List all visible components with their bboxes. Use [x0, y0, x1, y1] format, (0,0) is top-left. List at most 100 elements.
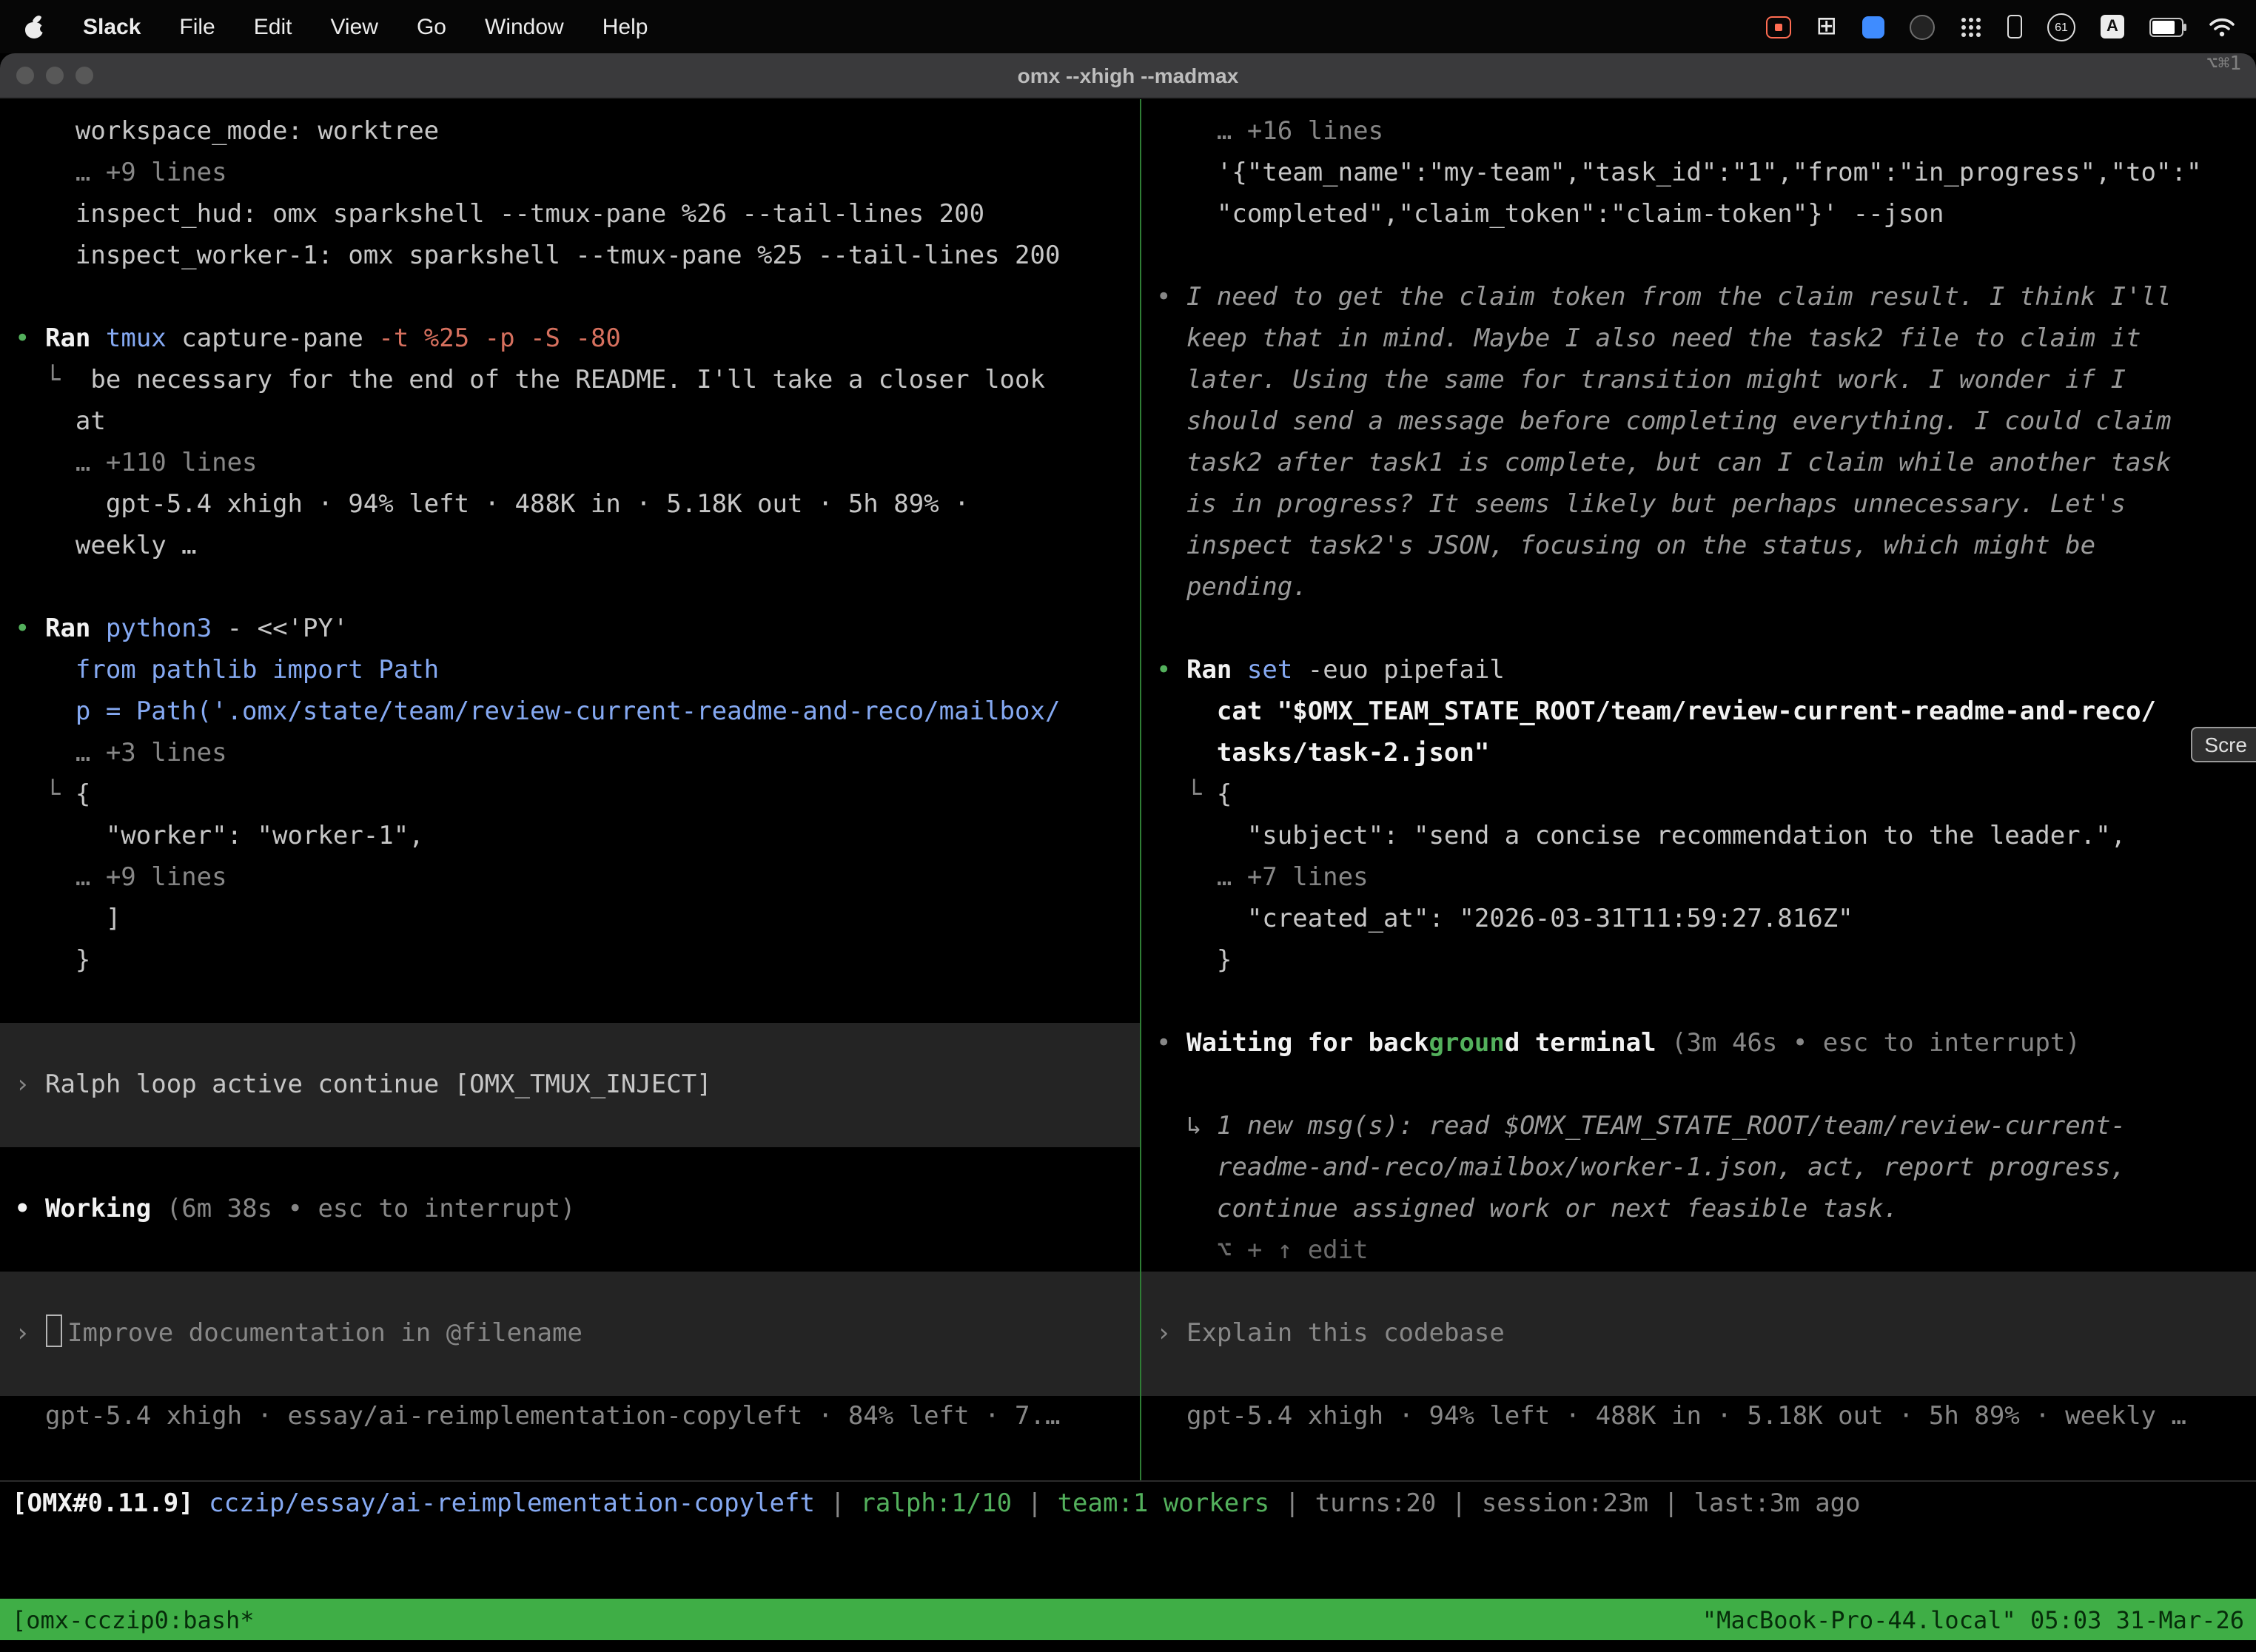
text-segment: Working	[45, 1195, 151, 1224]
apple-menu-icon[interactable]	[24, 14, 44, 39]
composer-input-line[interactable]: › Improve documentation in @filename	[0, 1313, 1140, 1354]
terminal-line: … +7 lines	[1141, 857, 2256, 899]
status-segment	[194, 1489, 209, 1519]
terminal-line: }	[0, 940, 1140, 981]
pane-left[interactable]: workspace_mode: worktree … +9 lines insp…	[0, 99, 1140, 1480]
terminal-line: … +16 lines	[1141, 111, 2256, 152]
status-segment: ralph:1/10	[860, 1489, 1012, 1519]
terminal-line	[0, 1147, 1140, 1189]
iphone-mirroring-icon[interactable]	[2007, 15, 2022, 38]
status-segment: cczip/essay/ai-reimplementation-copyleft	[209, 1489, 815, 1519]
terminal-line: should send a message before completing …	[1141, 401, 2256, 443]
text-segment: "created_at": "2026-03-31T11:59:27.816Z"	[1156, 904, 1853, 934]
text-segment: capture-pane	[167, 324, 379, 354]
text-segment: •	[15, 324, 45, 354]
dots-grid-icon[interactable]	[1960, 16, 1982, 38]
terminal-content: workspace_mode: worktree … +9 lines insp…	[0, 99, 2256, 1480]
terminal-line	[0, 1272, 1140, 1313]
menu-item-view[interactable]: View	[330, 14, 378, 39]
status-segment: |	[1012, 1489, 1057, 1519]
text-segment: gpt-5.4 xhigh · essay/ai-reimplementatio…	[15, 1402, 1060, 1431]
battery-icon[interactable]	[2149, 17, 2183, 36]
terminal-line: weekly …	[0, 526, 1140, 567]
text-segment: ›	[15, 1319, 45, 1349]
text-segment: ↳	[1156, 1112, 1217, 1141]
close-button[interactable]	[16, 67, 34, 84]
terminal-line: • I need to get the claim token from the…	[1141, 277, 2256, 318]
terminal-line: cat "$OMX_TEAM_STATE_ROOT/team/review-cu…	[1141, 691, 2256, 733]
terminal-line	[0, 1230, 1140, 1272]
terminal-line	[1141, 1064, 2256, 1106]
text-segment: ›	[15, 1070, 45, 1100]
terminal-line: … +9 lines	[0, 857, 1140, 899]
text-segment: {	[75, 780, 91, 810]
text-segment: Ran	[45, 324, 106, 354]
status-segment: turns:20	[1315, 1489, 1437, 1519]
terminal-line: workspace_mode: worktree	[0, 111, 1140, 152]
terminal-line: inspect_worker-1: omx sparkshell --tmux-…	[0, 235, 1140, 277]
pane-right[interactable]: … +16 lines '{"team_name":"my-team","tas…	[1141, 99, 2256, 1480]
terminal-line: at	[0, 401, 1140, 443]
text-segment: weekly …	[15, 531, 197, 561]
text-segment: }	[15, 946, 90, 976]
menu-item-go[interactable]: Go	[417, 14, 446, 39]
text-segment: Improve documentation in @filename	[67, 1319, 583, 1349]
text-segment: '{"team_name":"my-team","task_id":"1","f…	[1156, 158, 2201, 188]
terminal-line	[0, 1106, 1140, 1147]
blue-app-icon[interactable]	[1862, 16, 1884, 38]
terminal-line	[1141, 1272, 2256, 1313]
terminal-line: pending.	[1141, 567, 2256, 608]
terminal-line: • Working (6m 38s • esc to interrupt)	[0, 1189, 1140, 1230]
menu-bar-left: Slack File Edit View Go Window Help	[0, 14, 648, 39]
text-segment: Explain this codebase	[1186, 1319, 1505, 1349]
input-source-icon[interactable]: A	[2101, 15, 2124, 38]
terminal-line	[1141, 1354, 2256, 1396]
text-segment: I need to get the claim token from the c…	[1186, 283, 2172, 312]
terminal-line: keep that in mind. Maybe I also need the…	[1141, 318, 2256, 360]
terminal-line: "created_at": "2026-03-31T11:59:27.816Z"	[1141, 899, 2256, 940]
terminal-line: gpt-5.4 xhigh · 94% left · 488K in · 5.1…	[1141, 1396, 2256, 1437]
text-segment: "completed","claim_token":"claim-token"}…	[1156, 200, 1944, 229]
dark-app-icon[interactable]	[1910, 14, 1935, 39]
wifi-icon[interactable]	[2209, 16, 2235, 37]
screen: SlackFileEditViewGoWindowHelp ⊞ 61 A omx	[0, 0, 2256, 1652]
battery-percentage-icon[interactable]: 61	[2047, 13, 2075, 41]
menu-item-slack[interactable]: Slack	[83, 14, 141, 39]
tmux-session-window-label: [omx-cczip0:bash*	[12, 1605, 255, 1633]
terminal-line: inspect task2's JSON, focusing on the st…	[1141, 526, 2256, 567]
text-segment: (6m 38s • esc to interrupt)	[151, 1195, 575, 1224]
terminal-line: ]	[0, 899, 1140, 940]
window-shortcut-hint: ⌥⌘1	[2206, 53, 2241, 75]
text-segment: … +7 lines	[1156, 863, 1369, 893]
terminal-line: task2 after task1 is complete, but can I…	[1141, 443, 2256, 484]
text-segment: gpt-5.4 xhigh · 94% left · 488K in · 5.1…	[15, 490, 970, 520]
terminal-line: … +110 lines	[0, 443, 1140, 484]
text-segment: … +3 lines	[15, 739, 227, 768]
text-segment: tmux	[106, 324, 167, 354]
window-manager-grid-icon[interactable]: ⊞	[1816, 14, 1838, 39]
text-segment: python3	[106, 614, 212, 644]
menu-item-help[interactable]: Help	[602, 14, 648, 39]
menu-item-file[interactable]: File	[179, 14, 215, 39]
text-segment: inspect_worker-1: omx sparkshell --tmux-…	[15, 241, 1060, 271]
screen-recording-indicator-icon[interactable]	[1766, 16, 1791, 38]
text-segment: •	[15, 614, 45, 644]
menu-item-window[interactable]: Window	[485, 14, 564, 39]
text-segment: should send a message before completing …	[1156, 407, 2172, 437]
terminal-line: └ be necessary for the end of the README…	[0, 360, 1140, 401]
text-segment: •	[1156, 656, 1186, 685]
text-segment: cat "$OMX_TEAM_STATE_ROOT/team/review-cu…	[1156, 697, 2156, 727]
minimize-button[interactable]	[46, 67, 64, 84]
text-segment: from pathlib import Path	[15, 656, 439, 685]
zoom-button[interactable]	[75, 67, 93, 84]
status-segment: |	[1269, 1489, 1315, 1519]
terminal-line	[1141, 608, 2256, 650]
clipped-tooltip: Scre	[2191, 727, 2256, 762]
terminal-line: inspect_hud: omx sparkshell --tmux-pane …	[0, 194, 1140, 235]
menu-item-edit[interactable]: Edit	[254, 14, 292, 39]
text-segment: … +16 lines	[1156, 117, 1383, 147]
composer-input-line[interactable]: › Explain this codebase	[1141, 1313, 2256, 1354]
text-segment: ›	[1156, 1319, 1186, 1349]
window-titlebar[interactable]: omx --xhigh --madmax ⌥⌘1	[0, 53, 2256, 99]
terminal-line	[0, 567, 1140, 608]
